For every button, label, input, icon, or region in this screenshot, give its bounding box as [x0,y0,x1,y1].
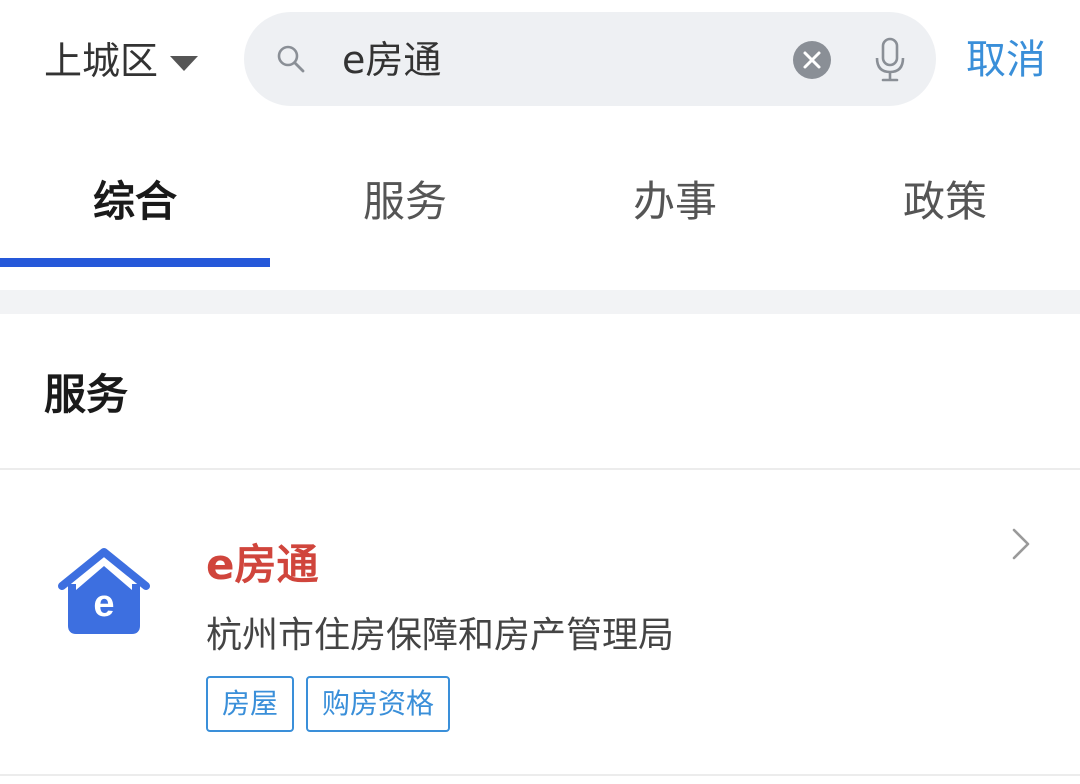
search-header: 上城区 取消 [0,0,1080,122]
result-item[interactable]: e e房通 杭州市住房保障和房产管理局 房屋 购房资格 [0,470,1080,774]
tab-policy[interactable]: 政策 [810,150,1080,268]
tab-comprehensive[interactable]: 综合 [0,150,270,268]
tab-label: 政策 [902,177,987,226]
section-title: 服务 [44,370,129,419]
tag-list: 房屋 购房资格 [206,676,451,732]
tag-housing[interactable]: 房屋 [206,676,295,732]
caret-down-icon [170,55,199,71]
result-title: e房通 [206,540,319,589]
tab-services[interactable]: 服务 [270,150,540,268]
district-selector[interactable]: 上城区 [44,36,199,86]
search-input[interactable] [342,34,742,86]
tab-label: 综合 [92,177,177,226]
tab-label: 服务 [362,177,447,226]
clear-icon[interactable] [792,40,832,80]
active-tab-indicator [0,258,270,267]
tag-purchase-eligibility[interactable]: 购房资格 [306,676,451,732]
section-separator [0,290,1080,314]
divider [0,774,1080,776]
district-label: 上城区 [44,39,159,83]
tab-label: 办事 [632,177,717,226]
result-subtitle: 杭州市住房保障和房产管理局 [206,615,675,656]
search-icon [277,45,305,73]
house-logo-icon: e [58,548,150,634]
logo-letter: e [93,583,114,625]
tab-bar: 综合 服务 办事 政策 [0,150,1080,268]
microphone-icon[interactable] [872,36,908,84]
tab-affairs[interactable]: 办事 [540,150,810,268]
chevron-right-icon [1012,528,1030,560]
cancel-button[interactable]: 取消 [966,34,1046,86]
